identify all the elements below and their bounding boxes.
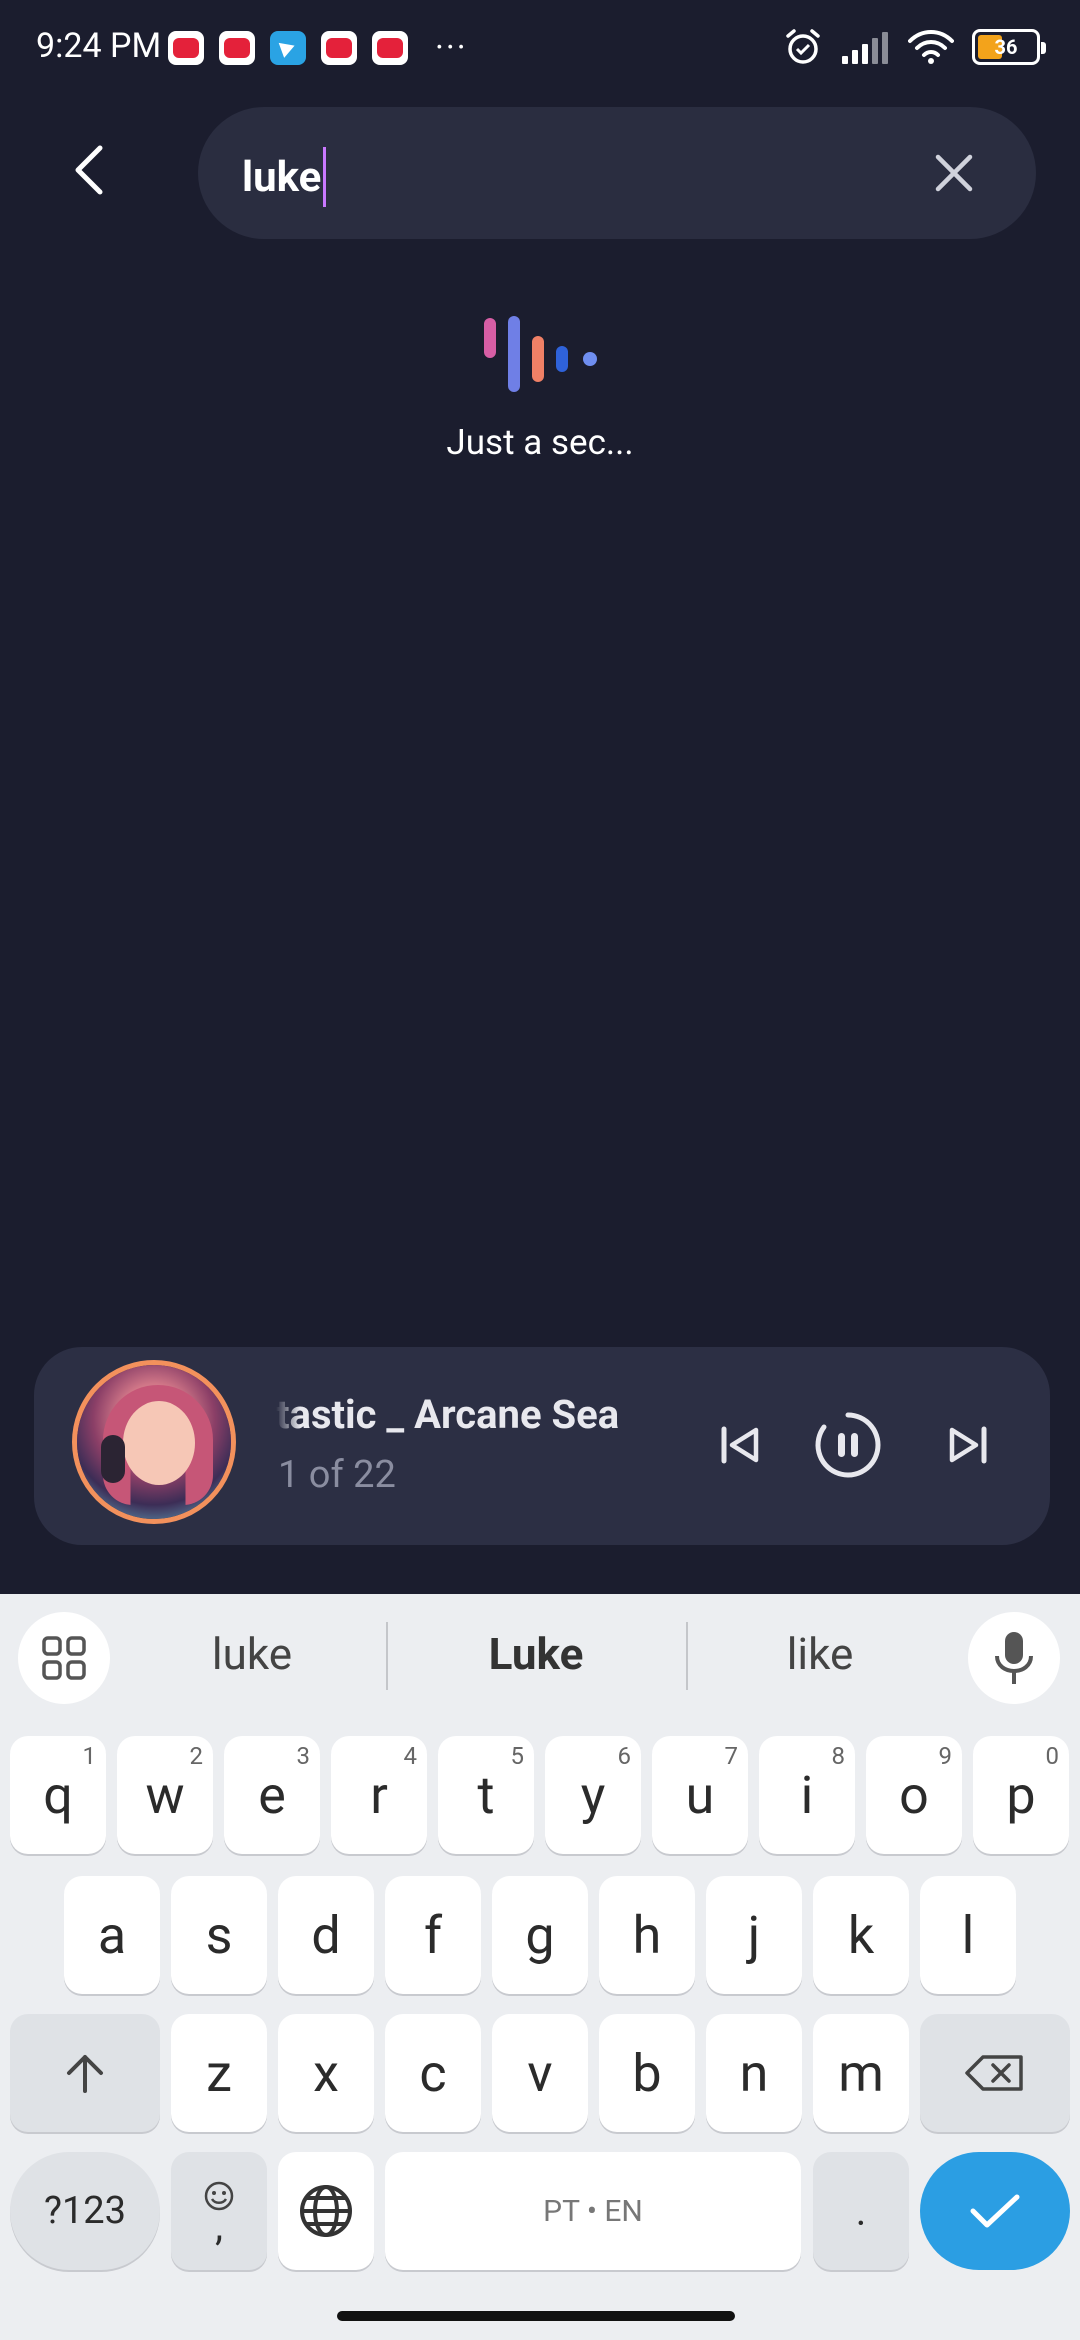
key-v[interactable]: v — [492, 2014, 588, 2132]
album-art[interactable] — [72, 1360, 236, 1524]
globe-icon — [300, 2185, 352, 2237]
youtube-icon — [372, 31, 408, 65]
alarm-icon — [786, 29, 820, 64]
done-key[interactable] — [920, 2152, 1070, 2270]
gesture-navigation-bar[interactable] — [337, 2311, 735, 2321]
symbols-key[interactable]: ?123 — [10, 2152, 160, 2270]
shift-arrow-icon — [67, 2055, 103, 2093]
skip-next-icon — [949, 1426, 987, 1464]
search-bar[interactable]: luke — [198, 107, 1036, 239]
shift-key[interactable] — [10, 2014, 160, 2132]
system-icons: 36 — [784, 28, 1046, 66]
suggestion-bar: luke Luke like — [0, 1594, 1080, 1714]
track-title: tastic _ Arcane Sea — [276, 1391, 620, 1438]
key-h[interactable]: h — [599, 1876, 695, 1994]
backspace-key[interactable] — [920, 2014, 1070, 2132]
suggestion-divider — [686, 1622, 688, 1690]
emoji-comma-key[interactable]: , — [171, 2152, 267, 2270]
chevron-left-icon — [75, 145, 103, 195]
mini-player[interactable]: tastic _ Arcane Sea 1 of 22 — [34, 1347, 1050, 1545]
key-d[interactable]: d — [278, 1876, 374, 1994]
wifi-icon — [908, 30, 954, 64]
notification-icons: ··· — [168, 31, 468, 65]
key-c[interactable]: c — [385, 2014, 481, 2132]
telegram-icon — [270, 31, 306, 65]
youtube-icon — [219, 31, 255, 65]
key-l[interactable]: l — [920, 1876, 1016, 1994]
suggestion-item[interactable]: like — [700, 1628, 940, 1680]
key-o[interactable]: o9 — [866, 1736, 962, 1854]
status-time: 9:24 PM — [36, 26, 162, 66]
status-bar: 9:24 PM ··· 36 — [0, 0, 1080, 96]
key-z[interactable]: z — [171, 2014, 267, 2132]
checkmark-icon — [970, 2194, 1020, 2228]
grid-icon — [42, 1636, 86, 1680]
key-i[interactable]: i8 — [759, 1736, 855, 1854]
backspace-icon — [965, 2055, 1023, 2091]
pause-icon — [815, 1412, 881, 1478]
key-k[interactable]: k — [813, 1876, 909, 1994]
text-caret — [323, 147, 327, 207]
key-p[interactable]: p0 — [973, 1736, 1069, 1854]
more-notifications-icon: ··· — [435, 28, 468, 68]
key-g[interactable]: g — [492, 1876, 588, 1994]
search-input[interactable]: luke — [242, 147, 327, 207]
youtube-icon — [168, 31, 204, 65]
battery-icon: 36 — [972, 29, 1046, 65]
key-j[interactable]: j — [706, 1876, 802, 1994]
key-f[interactable]: f — [385, 1876, 481, 1994]
key-n[interactable]: n — [706, 2014, 802, 2132]
suggestion-item[interactable]: Luke — [416, 1628, 656, 1680]
youtube-icon — [321, 31, 357, 65]
close-icon — [935, 154, 973, 192]
clear-search-button[interactable] — [930, 149, 978, 197]
key-y[interactable]: y6 — [545, 1736, 641, 1854]
pause-button[interactable] — [810, 1407, 886, 1483]
keyboard: luke Luke like q1 w2 e3 r4 t5 y6 u7 i8 o… — [0, 1594, 1080, 2340]
language-key[interactable] — [278, 2152, 374, 2270]
loading-text: Just a sec... — [446, 422, 634, 463]
key-x[interactable]: x — [278, 2014, 374, 2132]
suggestion-divider — [386, 1622, 388, 1690]
key-a[interactable]: a — [64, 1876, 160, 1994]
key-b[interactable]: b — [599, 2014, 695, 2132]
microphone-icon — [995, 1632, 1033, 1684]
space-key[interactable]: PT • EN — [385, 2152, 801, 2270]
voice-input-button[interactable] — [968, 1612, 1060, 1704]
key-s[interactable]: s — [171, 1876, 267, 1994]
track-position: 1 of 22 — [278, 1453, 396, 1497]
period-key[interactable]: . — [813, 2152, 909, 2270]
skip-previous-icon — [721, 1426, 759, 1464]
key-e[interactable]: e3 — [224, 1736, 320, 1854]
search-input-value: luke — [242, 152, 322, 202]
next-track-button[interactable] — [938, 1407, 998, 1483]
key-t[interactable]: t5 — [438, 1736, 534, 1854]
battery-level: 36 — [994, 35, 1018, 59]
loading-animation-icon — [484, 316, 597, 392]
previous-track-button[interactable] — [710, 1407, 770, 1483]
keyboard-menu-button[interactable] — [18, 1612, 110, 1704]
signal-icon — [842, 32, 888, 64]
key-r[interactable]: r4 — [331, 1736, 427, 1854]
key-w[interactable]: w2 — [117, 1736, 213, 1854]
key-m[interactable]: m — [813, 2014, 909, 2132]
back-button[interactable] — [60, 140, 120, 200]
suggestion-item[interactable]: luke — [132, 1628, 372, 1680]
key-u[interactable]: u7 — [652, 1736, 748, 1854]
key-q[interactable]: q1 — [10, 1736, 106, 1854]
